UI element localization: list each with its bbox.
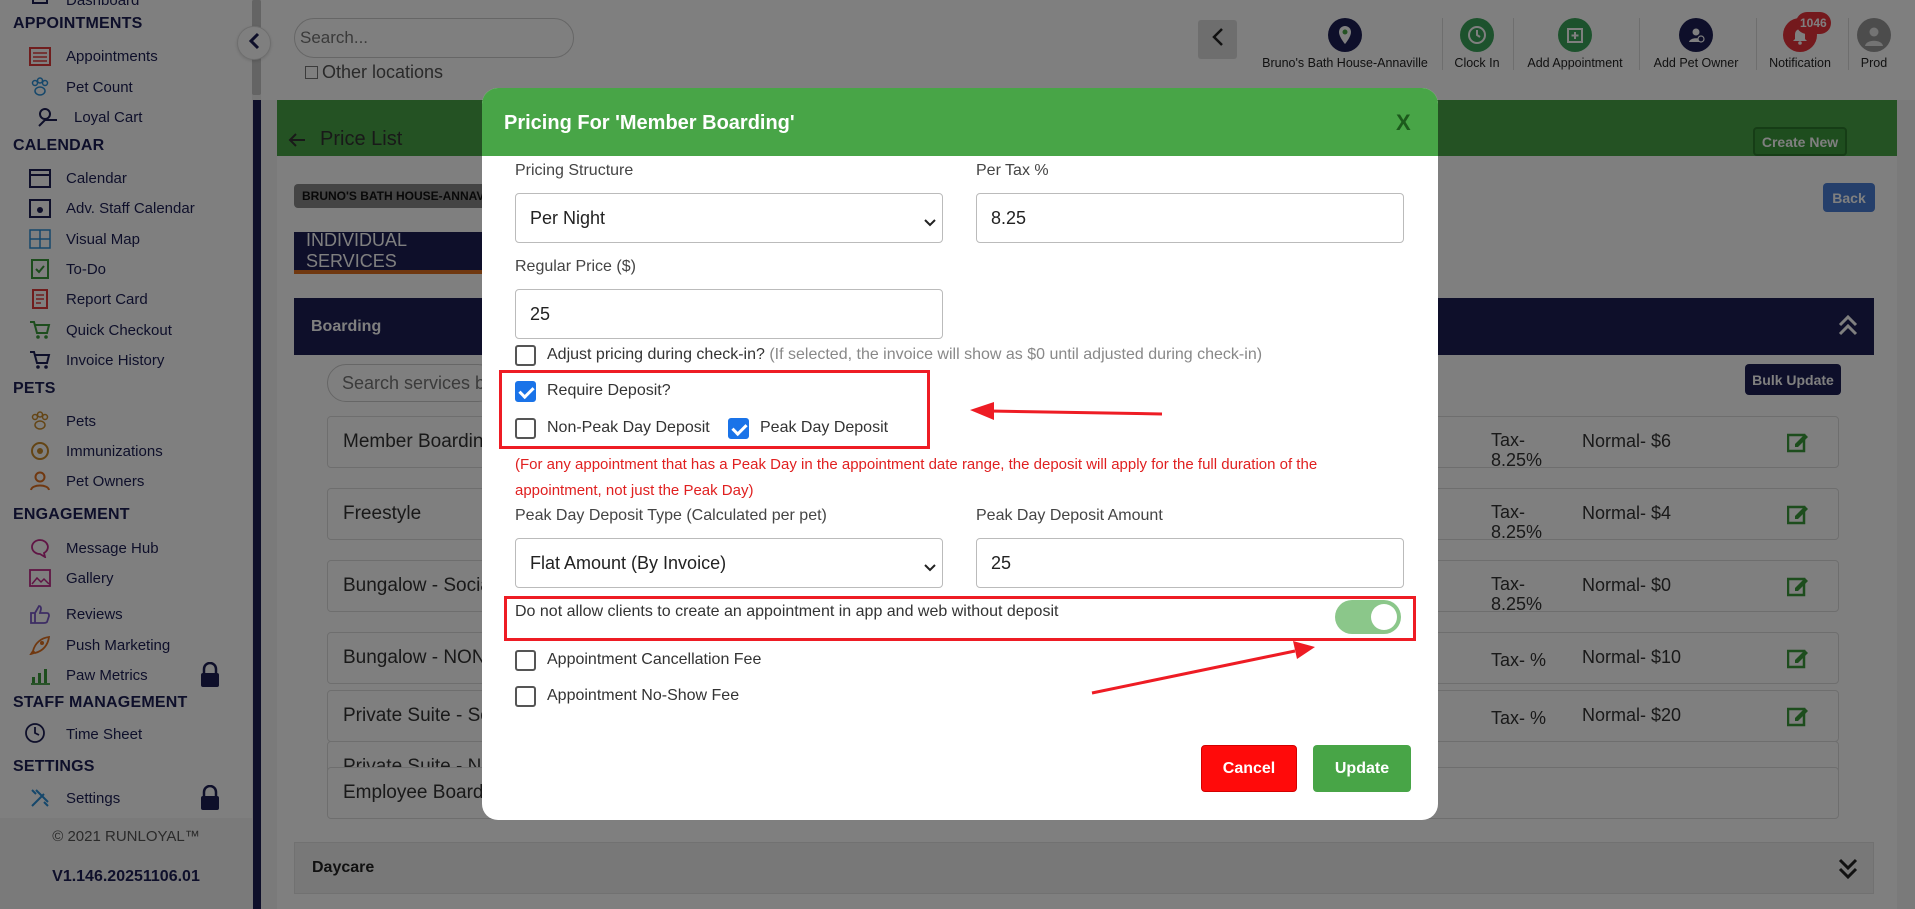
deposit-type-select[interactable]: Flat Amount (By Invoice) <box>515 538 943 588</box>
deposit-type-label: Peak Day Deposit Type (Calculated per pe… <box>515 507 827 524</box>
annotation-box-deposit <box>499 370 930 449</box>
pricing-structure-label: Pricing Structure <box>515 162 634 179</box>
per-tax-input[interactable]: 8.25 <box>976 193 1404 243</box>
cancellation-fee-label: Appointment Cancellation Fee <box>547 651 762 668</box>
deposit-amount-label: Peak Day Deposit Amount <box>976 507 1163 524</box>
adjust-pricing-hint: (If selected, the invoice will show as $… <box>769 346 1263 363</box>
cancellation-fee-checkbox[interactable] <box>515 650 536 671</box>
chevron-down-icon <box>924 212 936 233</box>
pricing-structure-select[interactable]: Per Night <box>515 193 943 243</box>
close-button[interactable]: X <box>1396 110 1411 136</box>
noshow-fee-checkbox[interactable] <box>515 686 536 707</box>
chevron-down-icon <box>924 557 936 578</box>
per-tax-label: Per Tax % <box>976 162 1049 179</box>
modal-title: Pricing For 'Member Boarding' <box>504 112 795 134</box>
annotation-box-toggle <box>504 596 1416 641</box>
adjust-pricing-label: Adjust pricing during check-in? (If sele… <box>547 346 1263 363</box>
modal-header: Pricing For 'Member Boarding' X <box>482 88 1438 156</box>
noshow-fee-label: Appointment No-Show Fee <box>547 687 740 704</box>
update-button[interactable]: Update <box>1313 745 1411 792</box>
cancel-button[interactable]: Cancel <box>1201 745 1297 792</box>
peak-day-warning: (For any appointment that has a Peak Day… <box>515 456 1318 499</box>
regular-price-input[interactable]: 25 <box>515 289 943 339</box>
deposit-amount-input[interactable]: 25 <box>976 538 1404 588</box>
pricing-modal: Pricing For 'Member Boarding' X Pricing … <box>482 88 1438 820</box>
regular-price-label: Regular Price ($) <box>515 258 636 275</box>
adjust-pricing-checkbox[interactable] <box>515 345 536 366</box>
